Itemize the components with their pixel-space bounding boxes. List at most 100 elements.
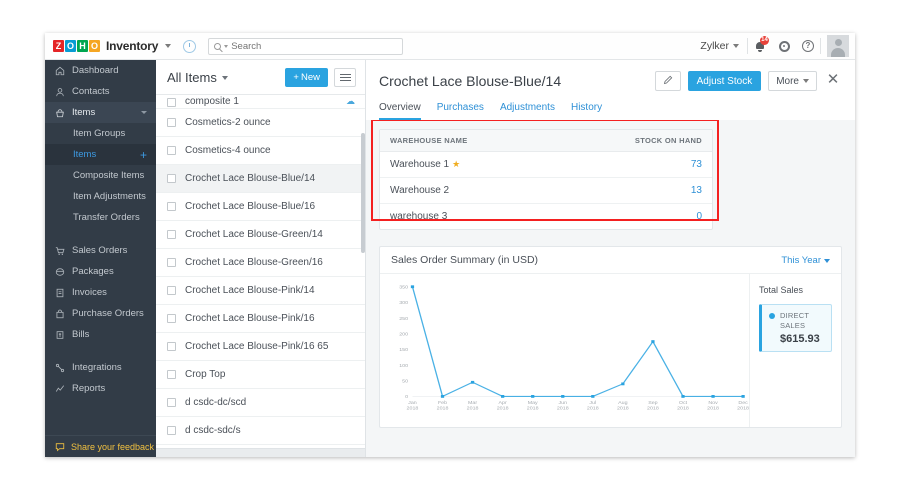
table-row[interactable]: warehouse 3 0 — [380, 204, 712, 230]
row-checkbox[interactable] — [167, 230, 176, 239]
sidebar-item-dashboard[interactable]: Dashboard — [45, 60, 156, 81]
item-list-filter[interactable]: All Items — [167, 70, 228, 85]
list-item[interactable]: Crochet Lace Blouse-Green/16 — [156, 249, 365, 277]
svg-text:300: 300 — [399, 301, 408, 307]
sidebar-item-packages[interactable]: Packages — [45, 261, 156, 282]
list-item[interactable]: Crop Top — [156, 361, 365, 389]
sidebar-item-item-adjustments[interactable]: Item Adjustments — [45, 186, 156, 207]
share-feedback-button[interactable]: Share your feedback — [45, 435, 156, 457]
warehouse-name: Warehouse 1 — [390, 159, 450, 170]
close-icon[interactable]: ✕ — [824, 72, 842, 90]
avatar[interactable] — [827, 35, 849, 57]
search-box[interactable] — [208, 37, 404, 55]
row-checkbox[interactable] — [167, 174, 176, 183]
item-list-scroll[interactable]: composite 1 ☁ Cosmetics-2 ounce Cosmetic… — [156, 95, 365, 448]
cloud-icon: ☁ — [346, 96, 355, 106]
row-checkbox[interactable] — [167, 286, 176, 295]
page-title: Crochet Lace Blouse-Blue/14 — [379, 73, 562, 89]
row-checkbox[interactable] — [167, 258, 176, 267]
search-input[interactable] — [231, 40, 398, 52]
row-checkbox[interactable] — [167, 98, 176, 107]
row-checkbox[interactable] — [167, 342, 176, 351]
hamburger-line — [339, 79, 351, 81]
sidebar-item-item-groups[interactable]: Item Groups — [45, 123, 156, 144]
sidebar-item-integrations[interactable]: Integrations — [45, 357, 156, 378]
logo-letter-o1: O — [65, 40, 76, 52]
package-icon — [55, 267, 65, 277]
sidebar-item-items-sub[interactable]: Items + — [45, 144, 156, 165]
settings-button[interactable] — [772, 33, 796, 59]
sidebar-item-label: Contacts — [72, 86, 110, 97]
chart-header: Sales Order Summary (in USD) This Year — [380, 247, 841, 274]
sidebar-item-bills[interactable]: Bills — [45, 324, 156, 345]
more-button[interactable]: More — [768, 71, 817, 91]
list-item[interactable]: Crochet Lace Blouse-Pink/16 65 — [156, 333, 365, 361]
new-button-label: New — [300, 71, 320, 83]
sidebar-item-invoices[interactable]: Invoices — [45, 282, 156, 303]
edit-button[interactable] — [654, 71, 681, 91]
chart-period-selector[interactable]: This Year — [781, 255, 830, 266]
list-item[interactable]: Crochet Lace Blouse-Pink/14 — [156, 277, 365, 305]
add-item-icon[interactable]: + — [140, 149, 147, 161]
list-item-label: Crop Top — [185, 369, 226, 380]
tab-overview[interactable]: Overview — [379, 102, 421, 120]
list-item[interactable]: composite 1 ☁ — [156, 95, 365, 109]
list-item[interactable]: Cosmetics-2 ounce — [156, 109, 365, 137]
list-scrollbar-thumb[interactable] — [361, 133, 365, 253]
search-scope-chevron-icon[interactable] — [224, 44, 229, 48]
row-checkbox[interactable] — [167, 314, 176, 323]
recent-items-icon[interactable] — [183, 39, 197, 53]
list-item[interactable]: Cosmetics-4 ounce — [156, 137, 365, 165]
list-item-label: Crochet Lace Blouse-Green/16 — [185, 257, 323, 268]
svg-text:0: 0 — [405, 394, 408, 400]
sidebar-item-items[interactable]: Items — [45, 102, 156, 123]
sidebar-item-purchase-orders[interactable]: Purchase Orders — [45, 303, 156, 324]
column-stock-on-hand: STOCK ON HAND — [555, 130, 712, 152]
help-button[interactable]: ? — [796, 33, 820, 59]
row-checkbox[interactable] — [167, 370, 176, 379]
list-options-button[interactable] — [334, 67, 356, 87]
brand-logo[interactable]: Z O H O Inventory — [53, 39, 172, 53]
org-switcher[interactable]: Zylker — [700, 40, 747, 52]
sidebar-item-label: Item Groups — [73, 128, 126, 139]
sidebar-item-label: Invoices — [72, 287, 107, 298]
stock-on-hand-value[interactable]: 13 — [555, 177, 712, 204]
legend-entry-direct-sales[interactable]: DIRECT SALES $615.93 — [759, 304, 832, 353]
list-scrollbar[interactable] — [361, 95, 365, 448]
row-checkbox[interactable] — [167, 202, 176, 211]
sidebar-item-transfer-orders[interactable]: Transfer Orders — [45, 207, 156, 228]
svg-text:2018: 2018 — [647, 406, 659, 412]
sidebar-item-reports[interactable]: Reports — [45, 378, 156, 399]
row-checkbox[interactable] — [167, 146, 176, 155]
table-row[interactable]: Warehouse 2 13 — [380, 177, 712, 204]
list-item[interactable]: Crochet Lace Blouse-Blue/14 — [156, 165, 365, 193]
notifications-button[interactable]: 14 — [748, 33, 772, 59]
adjust-stock-button[interactable]: Adjust Stock — [687, 71, 762, 91]
list-item-label: Crochet Lace Blouse-Blue/16 — [185, 201, 316, 212]
hamburger-line — [339, 73, 351, 75]
table-row[interactable]: Warehouse 1 ★ 73 — [380, 151, 712, 178]
item-list-filter-label: All Items — [167, 69, 217, 85]
list-item[interactable]: Crochet Lace Blouse-Green/14 — [156, 221, 365, 249]
tab-purchases[interactable]: Purchases — [437, 102, 484, 120]
list-item[interactable]: d csdc-sdc/s — [156, 417, 365, 445]
stock-on-hand-value[interactable]: 0 — [555, 204, 712, 230]
chart-plot-area: 0 50 100 150 200 250 300 350 Jan 2018 Feb 2018 Mar 20… — [380, 274, 749, 427]
sidebar-item-sales-orders[interactable]: Sales Orders — [45, 240, 156, 261]
chevron-down-icon — [733, 44, 739, 48]
chevron-down-icon[interactable] — [165, 44, 172, 48]
svg-text:May: May — [528, 400, 539, 406]
new-item-button[interactable]: + New — [285, 67, 328, 87]
stock-on-hand-value[interactable]: 73 — [555, 151, 712, 178]
row-checkbox[interactable] — [167, 426, 176, 435]
list-item[interactable]: Crochet Lace Blouse-Blue/16 — [156, 193, 365, 221]
row-checkbox[interactable] — [167, 398, 176, 407]
list-item[interactable]: d csdc-dc/scd — [156, 389, 365, 417]
sidebar-item-composite-items[interactable]: Composite Items — [45, 165, 156, 186]
tab-adjustments[interactable]: Adjustments — [500, 102, 555, 120]
sidebar-item-contacts[interactable]: Contacts — [45, 81, 156, 102]
list-item[interactable]: Crochet Lace Blouse-Pink/16 — [156, 305, 365, 333]
tab-history[interactable]: History — [571, 102, 602, 120]
row-checkbox[interactable] — [167, 118, 176, 127]
item-list-header: All Items + New — [156, 60, 365, 95]
